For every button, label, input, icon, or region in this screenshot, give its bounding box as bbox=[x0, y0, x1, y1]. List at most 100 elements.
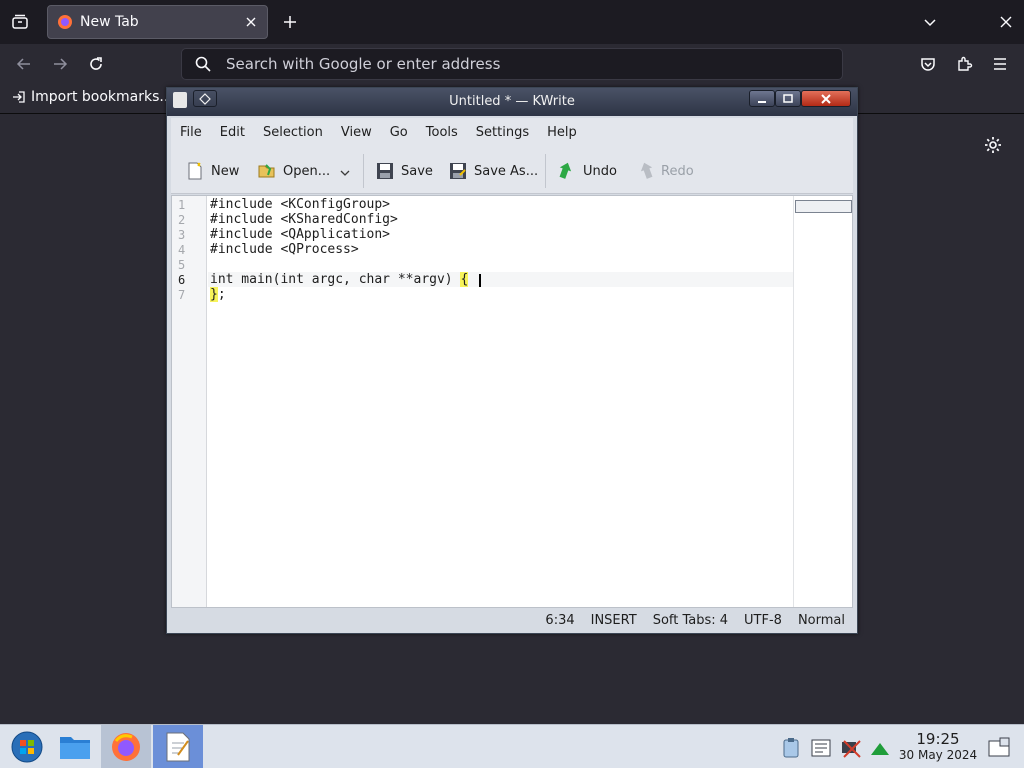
menu-settings[interactable]: Settings bbox=[467, 118, 538, 148]
kwrite-menubar: File Edit Selection View Go Tools Settin… bbox=[171, 118, 853, 148]
undo-button[interactable]: Undo bbox=[557, 158, 617, 184]
reload-icon[interactable] bbox=[86, 54, 106, 74]
redo-label: Redo bbox=[661, 163, 694, 179]
clock-date: 30 May 2024 bbox=[898, 748, 978, 762]
line-number: 2 bbox=[178, 213, 186, 227]
menu-selection[interactable]: Selection bbox=[254, 118, 332, 148]
edit-mode[interactable]: INSERT bbox=[583, 613, 645, 628]
start-menu-button[interactable] bbox=[2, 725, 52, 768]
start-orb-icon bbox=[11, 731, 43, 763]
open-brace-highlight: { bbox=[460, 272, 469, 287]
save-as-icon bbox=[450, 163, 466, 179]
minimap-viewport[interactable] bbox=[795, 200, 852, 213]
text-editor[interactable]: 1 2 3 4 5 6 7 #include <KConfigGroup> #i… bbox=[171, 195, 853, 608]
update-notifier-icon[interactable] bbox=[869, 737, 891, 763]
toolbar-separator bbox=[545, 154, 546, 188]
list-all-tabs-icon[interactable] bbox=[920, 12, 940, 32]
redo-button[interactable]: Redo bbox=[635, 158, 694, 184]
new-tab-icon[interactable] bbox=[280, 12, 300, 32]
menu-view[interactable]: View bbox=[332, 118, 381, 148]
new-label: New bbox=[211, 163, 240, 179]
menu-tools[interactable]: Tools bbox=[417, 118, 467, 148]
menu-go[interactable]: Go bbox=[381, 118, 417, 148]
import-icon bbox=[13, 91, 25, 103]
url-bar[interactable]: Search with Google or enter address bbox=[181, 48, 843, 80]
extensions-icon[interactable] bbox=[954, 54, 974, 74]
line-number: 7 bbox=[178, 288, 186, 302]
system-clock[interactable]: 19:25 30 May 2024 bbox=[897, 731, 979, 763]
network-disconnected-icon[interactable] bbox=[840, 737, 862, 763]
close-brace-highlight: } bbox=[210, 287, 218, 302]
save-as-label: Save As... bbox=[474, 163, 539, 179]
kwrite-window: Untitled * — KWrite File Edit Selection … bbox=[166, 87, 858, 634]
save-icon bbox=[377, 163, 393, 179]
kwrite-statusbar: 6:34 INSERT Soft Tabs: 4 UTF-8 Normal bbox=[171, 608, 853, 632]
gear-icon[interactable] bbox=[983, 135, 1003, 159]
open-button[interactable]: Open... bbox=[257, 158, 330, 184]
code-line: }; bbox=[210, 287, 226, 302]
search-icon bbox=[195, 56, 211, 72]
import-bookmarks-button[interactable]: Import bookmarks... bbox=[12, 89, 173, 105]
close-icon[interactable] bbox=[801, 90, 851, 107]
clipboard-icon[interactable] bbox=[782, 737, 800, 763]
taskbar-firefox[interactable] bbox=[101, 725, 151, 768]
line-number: 1 bbox=[178, 198, 186, 212]
new-button[interactable]: New bbox=[185, 158, 239, 184]
save-label: Save bbox=[401, 163, 433, 179]
notes-icon[interactable] bbox=[810, 737, 832, 763]
toolbar-separator bbox=[363, 154, 364, 188]
import-bookmarks-label: Import bookmarks... bbox=[31, 89, 173, 105]
menu-edit[interactable]: Edit bbox=[211, 118, 254, 148]
input-mode[interactable]: Normal bbox=[790, 613, 853, 628]
save-as-button[interactable]: Save As... bbox=[448, 158, 538, 184]
kwrite-titlebar[interactable]: Untitled * — KWrite bbox=[167, 88, 857, 116]
tab-title: New Tab bbox=[80, 14, 139, 30]
firefox-icon bbox=[112, 733, 140, 761]
tab-list-icon[interactable] bbox=[10, 12, 30, 32]
code-line-current: int main(int argc, char **argv) { bbox=[210, 272, 469, 287]
back-icon[interactable] bbox=[14, 54, 34, 74]
show-desktop-icon[interactable] bbox=[988, 737, 1010, 763]
indentation-setting[interactable]: Soft Tabs: 4 bbox=[645, 613, 736, 628]
undo-icon bbox=[559, 162, 572, 179]
redo-icon bbox=[640, 162, 653, 179]
forward-icon[interactable] bbox=[50, 54, 70, 74]
kwrite-toolbar: New Open... Save Save As... Undo Redo bbox=[171, 148, 853, 194]
maximize-icon[interactable] bbox=[775, 90, 801, 107]
kwrite-icon bbox=[166, 732, 190, 762]
code-text: int main(int argc, char **argv) bbox=[210, 272, 461, 287]
line-number-gutter: 1 2 3 4 5 6 7 bbox=[172, 196, 207, 607]
open-label: Open... bbox=[283, 163, 331, 179]
firefox-nav-bar: Search with Google or enter address bbox=[0, 44, 1024, 84]
code-line: #include <QProcess> bbox=[210, 242, 359, 257]
close-window-icon[interactable] bbox=[996, 12, 1016, 32]
line-number-current: 6 bbox=[178, 273, 186, 287]
tab-new-tab[interactable]: New Tab bbox=[47, 5, 268, 39]
line-number: 3 bbox=[178, 228, 186, 242]
line-number: 4 bbox=[178, 243, 186, 257]
menu-file[interactable]: File bbox=[171, 118, 211, 148]
code-line: #include <KConfigGroup> bbox=[210, 197, 391, 212]
cursor-position[interactable]: 6:34 bbox=[537, 613, 582, 628]
pocket-icon[interactable] bbox=[918, 54, 938, 74]
taskbar-kwrite[interactable] bbox=[153, 725, 203, 768]
clock-time: 19:25 bbox=[916, 730, 960, 748]
line-number: 5 bbox=[178, 258, 186, 272]
code-line: #include <KSharedConfig> bbox=[210, 212, 398, 227]
menu-icon[interactable] bbox=[990, 54, 1010, 74]
firefox-favicon-icon bbox=[58, 15, 72, 29]
close-tab-icon[interactable] bbox=[243, 14, 259, 30]
code-text: ; bbox=[217, 287, 226, 302]
taskbar-file-manager[interactable] bbox=[50, 725, 100, 768]
save-button[interactable]: Save bbox=[375, 158, 433, 184]
minimap[interactable] bbox=[793, 196, 852, 607]
url-placeholder: Search with Google or enter address bbox=[226, 55, 501, 73]
minimize-icon[interactable] bbox=[749, 90, 775, 107]
new-document-icon bbox=[188, 162, 202, 180]
encoding[interactable]: UTF-8 bbox=[736, 613, 790, 628]
text-cursor bbox=[479, 274, 481, 287]
undo-label: Undo bbox=[583, 163, 617, 179]
menu-help[interactable]: Help bbox=[538, 118, 586, 148]
open-dropdown-icon[interactable] bbox=[339, 164, 351, 183]
folder-icon bbox=[60, 737, 90, 759]
